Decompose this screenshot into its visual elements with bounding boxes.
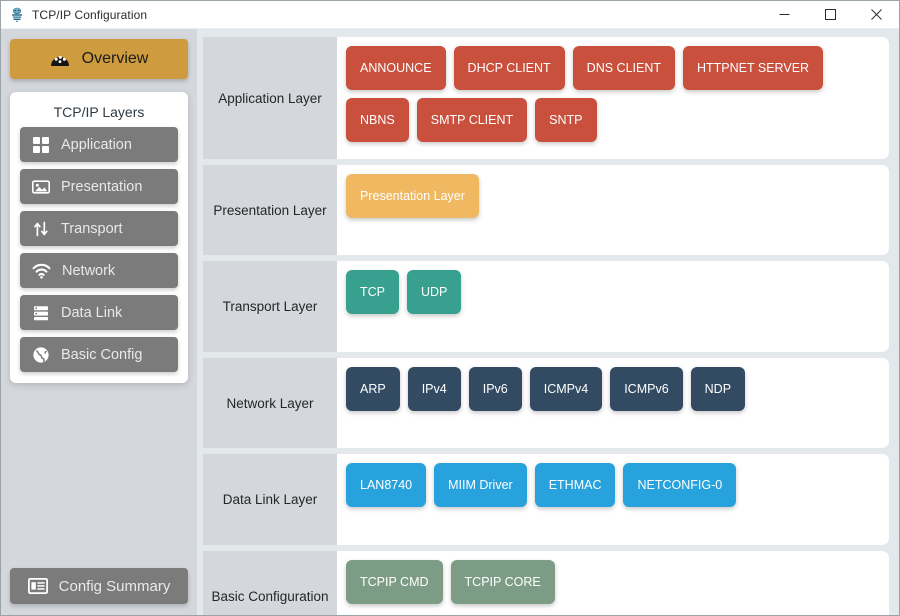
- module-badge[interactable]: SMTP CLIENT: [417, 98, 527, 142]
- globe-icon: [32, 346, 50, 364]
- module-badge[interactable]: HTTPNET SERVER: [683, 46, 823, 90]
- module-badge[interactable]: UDP: [407, 270, 461, 314]
- module-badge[interactable]: NDP: [691, 367, 745, 411]
- dashboard-gauge-icon: [50, 51, 70, 67]
- sidebar-item-label: Basic Config: [61, 347, 142, 363]
- module-badge[interactable]: ANNOUNCE: [346, 46, 446, 90]
- layer-row-label: Transport Layer: [203, 261, 337, 352]
- sidebar-item-application[interactable]: Application: [20, 127, 178, 162]
- module-badge[interactable]: ICMPv4: [530, 367, 602, 411]
- overview-button-label: Overview: [82, 50, 149, 68]
- layer-row-label: Network Layer: [203, 358, 337, 448]
- sidebar-item-transport[interactable]: Transport: [20, 211, 178, 246]
- module-badge[interactable]: DHCP CLIENT: [454, 46, 565, 90]
- layer-row: Network LayerARPIPv4IPv6ICMPv4ICMPv6NDP: [203, 358, 889, 448]
- layer-row: Application LayerANNOUNCEDHCP CLIENTDNS …: [203, 37, 889, 159]
- close-button[interactable]: [853, 1, 899, 29]
- config-summary-label: Config Summary: [59, 578, 171, 595]
- layer-row-items: ARPIPv4IPv6ICMPv4ICMPv6NDP: [337, 358, 889, 448]
- network-globe-icon: [9, 7, 25, 23]
- list-panel-icon: [28, 578, 48, 594]
- layer-row-items: TCPUDP: [337, 261, 889, 352]
- layer-row: Data Link LayerLAN8740MIIM DriverETHMACN…: [203, 454, 889, 545]
- server-stack-icon: [32, 304, 50, 322]
- layer-row: Transport LayerTCPUDP: [203, 261, 889, 352]
- app-window: TCP/IP Configuration: [0, 0, 900, 616]
- config-summary-button[interactable]: Config Summary: [10, 568, 188, 604]
- module-badge[interactable]: IPv6: [469, 367, 522, 411]
- layer-row-label: Data Link Layer: [203, 454, 337, 545]
- layer-row-items: Presentation Layer: [337, 165, 889, 255]
- maximize-button[interactable]: [807, 1, 853, 29]
- sidebar-item-label: Data Link: [61, 305, 122, 321]
- sidebar-spacer: [10, 383, 188, 568]
- tcpip-layers-card: TCP/IP Layers Application: [10, 92, 188, 383]
- module-badge[interactable]: ARP: [346, 367, 400, 411]
- layer-row-items: TCPIP CMDTCPIP CORE: [337, 551, 889, 615]
- grid-icon: [32, 136, 50, 154]
- minimize-button[interactable]: [761, 1, 807, 29]
- layer-row-label: Presentation Layer: [203, 165, 337, 255]
- window-body: Overview TCP/IP Layers Application: [1, 29, 899, 615]
- layer-row: Presentation LayerPresentation Layer: [203, 165, 889, 255]
- overview-button[interactable]: Overview: [10, 39, 188, 79]
- module-badge[interactable]: NETCONFIG-0: [623, 463, 736, 507]
- module-badge[interactable]: TCP: [346, 270, 399, 314]
- module-badge[interactable]: SNTP: [535, 98, 596, 142]
- layer-row-label: Basic Configuration: [203, 551, 337, 615]
- sidebar-item-presentation[interactable]: Presentation: [20, 169, 178, 204]
- image-icon: [32, 178, 50, 196]
- sidebar-item-label: Transport: [61, 221, 123, 237]
- window-title: TCP/IP Configuration: [32, 8, 147, 22]
- sidebar-item-network[interactable]: Network: [20, 253, 178, 288]
- tcpip-layers-title: TCP/IP Layers: [20, 100, 178, 127]
- layer-row-label: Application Layer: [203, 37, 337, 159]
- module-badge[interactable]: DNS CLIENT: [573, 46, 675, 90]
- sidebar-item-label: Presentation: [61, 179, 142, 195]
- layer-row: Basic ConfigurationTCPIP CMDTCPIP CORE: [203, 551, 889, 615]
- sidebar-item-basic-config[interactable]: Basic Config: [20, 337, 178, 372]
- module-badge[interactable]: Presentation Layer: [346, 174, 479, 218]
- module-badge[interactable]: IPv4: [408, 367, 461, 411]
- up-down-arrows-icon: [32, 220, 50, 238]
- module-badge[interactable]: NBNS: [346, 98, 409, 142]
- module-badge[interactable]: ETHMAC: [535, 463, 616, 507]
- module-badge[interactable]: TCPIP CORE: [451, 560, 555, 604]
- module-badge[interactable]: MIIM Driver: [434, 463, 527, 507]
- sidebar-item-label: Network: [62, 263, 115, 279]
- module-badge[interactable]: ICMPv6: [610, 367, 682, 411]
- wifi-icon: [32, 263, 51, 279]
- layers-content-panel: Application LayerANNOUNCEDHCP CLIENTDNS …: [197, 29, 899, 615]
- layer-row-items: LAN8740MIIM DriverETHMACNETCONFIG-0: [337, 454, 889, 545]
- sidebar-item-data-link[interactable]: Data Link: [20, 295, 178, 330]
- sidebar: Overview TCP/IP Layers Application: [1, 29, 197, 615]
- title-bar: TCP/IP Configuration: [1, 1, 899, 29]
- module-badge[interactable]: TCPIP CMD: [346, 560, 443, 604]
- layer-row-items: ANNOUNCEDHCP CLIENTDNS CLIENTHTTPNET SER…: [337, 37, 889, 159]
- sidebar-item-label: Application: [61, 137, 132, 153]
- module-badge[interactable]: LAN8740: [346, 463, 426, 507]
